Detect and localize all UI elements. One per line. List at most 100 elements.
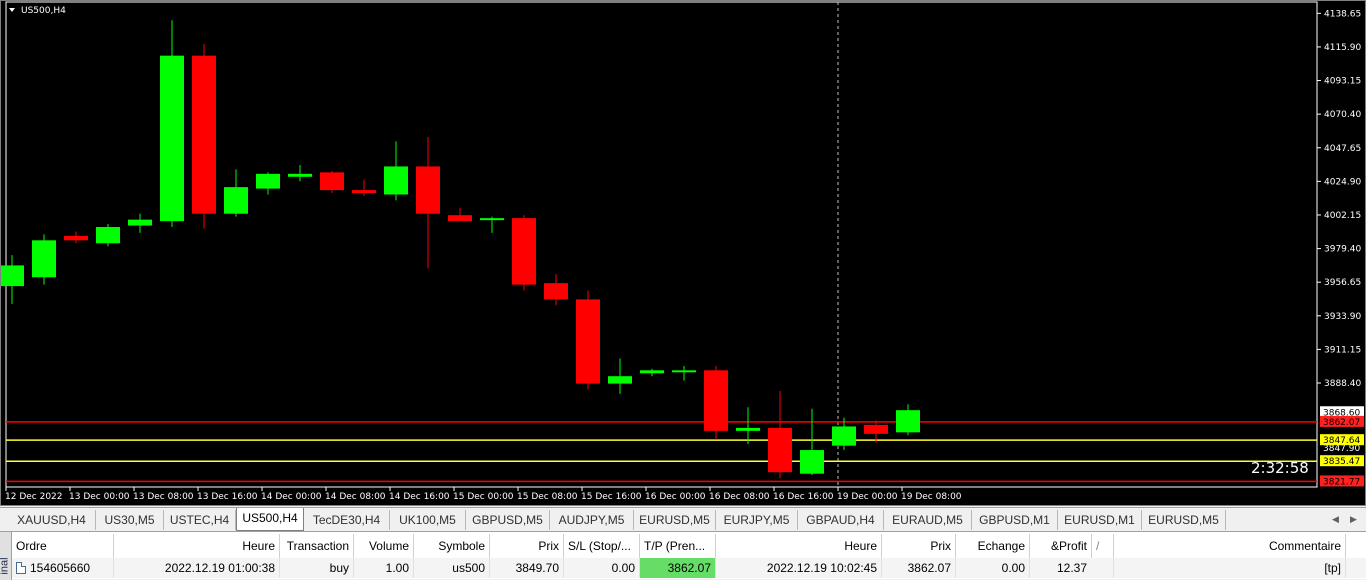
cell-ordre: 154605660 bbox=[12, 558, 114, 578]
x-tick-label: 16 Dec 08:00 bbox=[709, 492, 770, 502]
candle-bear bbox=[352, 190, 376, 194]
candle-bull bbox=[480, 218, 504, 221]
tab-eurjpy-m5[interactable]: EURJPY,M5 bbox=[716, 510, 798, 530]
candle-bull bbox=[256, 173, 280, 189]
candle-bull bbox=[224, 187, 248, 214]
x-tick-label: 13 Dec 00:00 bbox=[69, 492, 130, 502]
candle-bear bbox=[512, 218, 536, 285]
y-tick-label: 4070.40 bbox=[1324, 110, 1361, 120]
col-ordre[interactable]: Ordre bbox=[12, 534, 114, 558]
bar-countdown: 2:32:58 bbox=[1251, 459, 1309, 477]
tab-gbpusd-m1[interactable]: GBPUSD,M1 bbox=[972, 510, 1058, 530]
cell-transaction: buy bbox=[280, 558, 354, 578]
cell-prix-close: 3862.07 bbox=[882, 558, 956, 578]
order-document-icon bbox=[16, 562, 26, 574]
candle-bear bbox=[576, 299, 600, 384]
cell-ordre-value: 154605660 bbox=[30, 561, 91, 575]
y-tick-label: 4115.90 bbox=[1324, 43, 1361, 53]
tab-eurusd-m5[interactable]: EURUSD,M5 bbox=[1142, 510, 1226, 530]
tab-eurusd-m1[interactable]: EURUSD,M1 bbox=[1058, 510, 1142, 530]
x-tick-label: 15 Dec 16:00 bbox=[581, 492, 642, 502]
cell-profit: 12.37 bbox=[1030, 558, 1114, 578]
y-tick-label: 3979.40 bbox=[1324, 245, 1361, 255]
y-tick-label: 4138.65 bbox=[1324, 9, 1361, 19]
candle-bull bbox=[832, 426, 856, 446]
chart-window[interactable]: US500,H4 4138.65 4115.90 4093.15 4070.40 4047… bbox=[0, 0, 1366, 506]
col-prix[interactable]: Prix bbox=[490, 534, 564, 558]
terminal-side-tab[interactable]: inal bbox=[0, 532, 12, 580]
candle-bull bbox=[736, 427, 760, 431]
x-tick-label: 16 Dec 16:00 bbox=[773, 492, 834, 502]
col-commentaire[interactable]: Commentaire bbox=[1114, 534, 1346, 558]
cell-commentaire: [tp] bbox=[1114, 558, 1346, 578]
tab-uk100-m5[interactable]: UK100,M5 bbox=[390, 510, 466, 530]
col-heure-close[interactable]: Heure bbox=[716, 534, 882, 558]
cell-prix: 3849.70 bbox=[490, 558, 564, 578]
x-tick-label: 19 Dec 08:00 bbox=[901, 492, 962, 502]
cell-volume: 1.00 bbox=[354, 558, 414, 578]
tab-eurusd-m5[interactable]: EURUSD,M5 bbox=[634, 510, 716, 530]
y-tick-label: 3911.15 bbox=[1324, 345, 1361, 355]
col-transaction[interactable]: Transaction bbox=[280, 534, 354, 558]
price-chart[interactable]: US500,H4 4138.65 4115.90 4093.15 4070.40 4047… bbox=[1, 1, 1365, 505]
candle-bull bbox=[672, 370, 696, 373]
tab-us30-m5[interactable]: US30,M5 bbox=[96, 510, 164, 530]
cell-symbole: us500 bbox=[414, 558, 490, 578]
chart-tabs-bar: XAUUSD,H4 US30,M5 USTEC,H4 US500,H4 TecDE30,… bbox=[0, 507, 1366, 531]
level-price-label: 3847.64 bbox=[1323, 436, 1360, 446]
y-tick-label: 4093.15 bbox=[1324, 77, 1361, 87]
terminal-side-label: inal bbox=[0, 557, 11, 575]
level-price-label: 3821.77 bbox=[1323, 477, 1360, 487]
tab-audjpy-m5[interactable]: AUDJPY,M5 bbox=[550, 510, 634, 530]
y-tick-label: 4024.90 bbox=[1324, 177, 1361, 187]
col-symbole[interactable]: Symbole bbox=[414, 534, 490, 558]
candle-bull bbox=[32, 240, 56, 278]
tabs-scroll-left-icon[interactable]: ◀ bbox=[1332, 514, 1339, 525]
candle-bear bbox=[864, 424, 888, 434]
candle-bear bbox=[416, 166, 440, 214]
x-tick-label: 16 Dec 00:00 bbox=[645, 492, 706, 502]
candle-bull bbox=[96, 227, 120, 244]
chart-menu-triangle-icon[interactable] bbox=[9, 8, 15, 12]
level-price-label: 3862.07 bbox=[1323, 418, 1360, 428]
col-tp[interactable]: T/P (Pren... bbox=[640, 534, 716, 558]
tab-euraud-m5[interactable]: EURAUD,M5 bbox=[884, 510, 972, 530]
x-tick-label: 12 Dec 2022 bbox=[5, 492, 63, 502]
tab-us500-h4[interactable]: US500,H4 bbox=[236, 508, 304, 531]
tab-xauusd-h4[interactable]: XAUUSD,H4 bbox=[8, 510, 96, 530]
cell-heure: 2022.12.19 01:00:38 bbox=[114, 558, 280, 578]
col-echange[interactable]: Echange bbox=[956, 534, 1030, 558]
x-tick-label: 14 Dec 16:00 bbox=[389, 492, 450, 502]
terminal-panel: inal Ordre Heure Transaction Volume Symb… bbox=[0, 531, 1366, 580]
candle-bull bbox=[608, 376, 632, 384]
candle-bull bbox=[1, 265, 24, 287]
col-heure[interactable]: Heure bbox=[114, 534, 280, 558]
candle-bull bbox=[160, 55, 184, 222]
cell-heure-close: 2022.12.19 10:02:45 bbox=[716, 558, 882, 578]
cell-echange: 0.00 bbox=[956, 558, 1030, 578]
col-volume[interactable]: Volume bbox=[354, 534, 414, 558]
level-price-label: 3835.47 bbox=[1323, 457, 1360, 467]
tab-tecde30-h4[interactable]: TecDE30,H4 bbox=[304, 510, 390, 530]
cell-sl: 0.00 bbox=[564, 558, 640, 578]
tabs-scroll-right-icon[interactable]: ▶ bbox=[1350, 514, 1357, 525]
candle-bull bbox=[288, 173, 312, 177]
col-sl[interactable]: S/L (Stop/... bbox=[564, 534, 640, 558]
tab-ustec-h4[interactable]: USTEC,H4 bbox=[164, 510, 236, 530]
tab-gbpaud-h4[interactable]: GBPAUD,H4 bbox=[798, 510, 884, 530]
col-prix-close[interactable]: Prix bbox=[882, 534, 956, 558]
candle-bull bbox=[896, 410, 920, 433]
candle-bear bbox=[320, 172, 344, 191]
candle-bull bbox=[800, 450, 824, 474]
tab-gbpusd-m5[interactable]: GBPUSD,M5 bbox=[466, 510, 550, 530]
candle-bull bbox=[128, 219, 152, 226]
x-tick-label: 15 Dec 00:00 bbox=[453, 492, 514, 502]
y-tick-label: 3933.90 bbox=[1324, 312, 1361, 322]
x-tick-label: 13 Dec 08:00 bbox=[133, 492, 194, 502]
y-tick-label: 3888.40 bbox=[1324, 379, 1361, 389]
col-profit[interactable]: &Profit bbox=[1030, 534, 1092, 558]
x-tick-label: 13 Dec 16:00 bbox=[197, 492, 258, 502]
chart-title: US500,H4 bbox=[21, 6, 66, 16]
x-tick-label: 14 Dec 00:00 bbox=[261, 492, 322, 502]
candle-bear bbox=[448, 215, 472, 222]
